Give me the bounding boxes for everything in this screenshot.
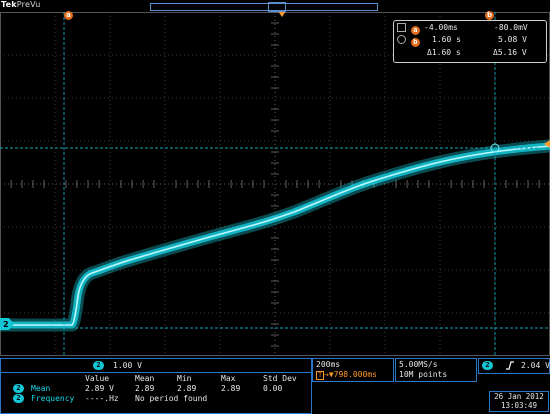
channel-2-badge: 2: [13, 394, 24, 403]
sample-rate: 5.00MS/s: [399, 360, 438, 369]
horizontal-scale: 200ms: [316, 360, 341, 369]
horizontal-position: ▼798.000ms: [328, 370, 377, 379]
measurement-name: Frequency: [31, 394, 75, 403]
record-length-bar[interactable]: [150, 3, 378, 11]
cursor-b-flag[interactable]: b: [485, 11, 494, 20]
measurement-min: 2.89: [177, 384, 197, 393]
readout-b-icons: b: [397, 35, 420, 47]
svg-text:2: 2: [3, 320, 9, 329]
cursor-a-time: -4.00ms: [424, 23, 458, 32]
trigger-level: 2.04 V: [521, 361, 550, 370]
cursor-a-voltage: -80.0mV: [494, 23, 528, 32]
waveform-display[interactable]: 2: [0, 12, 550, 356]
measurement-status: No period found: [135, 394, 208, 403]
measurement-value: ----.Hz: [85, 394, 119, 403]
measurement-header: Min: [177, 374, 192, 383]
acquisition-settings[interactable]: 5.00MS/s 10M points: [395, 358, 477, 382]
channel-2-scale: 1.00 V: [113, 361, 142, 370]
brand-label: TekPreVu: [1, 0, 41, 9]
measurement-max: 2.89: [221, 384, 241, 393]
cursor-b-voltage: 5.08 V: [498, 35, 527, 44]
trigger-t-icon: T: [316, 371, 324, 380]
cursor-a-flag[interactable]: a: [64, 11, 73, 20]
measurement-mean: 2.89: [135, 384, 155, 393]
cursor-delta-voltage: Δ5.16 V: [493, 48, 527, 57]
cursor-b-time: 1.60 s: [432, 35, 461, 44]
channel-2-badge: 2: [482, 361, 493, 370]
trigger-settings[interactable]: 2 2.04 V: [478, 358, 550, 374]
datetime-display: 26 Jan 2012 13:03:49: [489, 391, 549, 412]
cursor-readout: a -4.00ms -80.0mV b 1.60 s 5.08 V Δ1.60 …: [393, 20, 547, 63]
readout-a-icons: a: [397, 23, 420, 35]
measurement-header: Value: [85, 374, 110, 383]
record-length: 10M points: [399, 370, 448, 379]
measurement-value: 2.89 V: [85, 384, 114, 393]
channel-2-badge: 2: [13, 384, 24, 393]
time-label: 13:03:49: [500, 401, 538, 410]
measurement-header: Mean: [135, 374, 155, 383]
measurement-header: Max: [221, 374, 236, 383]
horizontal-settings[interactable]: 200ms T →▼798.000ms: [312, 358, 394, 382]
channel-2-badge: 2: [93, 361, 104, 370]
record-view-window[interactable]: [268, 2, 286, 12]
measurement-stddev: 0.00: [263, 384, 283, 393]
measurement-table[interactable]: Value Mean Min Max Std Dev 2 Mean 2.89 V…: [0, 372, 312, 414]
cursor-delta-time: Δ1.60 s: [427, 48, 461, 57]
measurement-header: Std Dev: [263, 374, 297, 383]
horizontal-position-row: T →▼798.000ms: [316, 370, 377, 380]
cursor-square-icon: [397, 23, 406, 32]
measurement-name: Mean: [31, 384, 51, 393]
cursor-circle-icon: [397, 35, 406, 44]
date-label: 26 Jan 2012: [494, 392, 544, 401]
rising-edge-icon: [506, 361, 514, 370]
